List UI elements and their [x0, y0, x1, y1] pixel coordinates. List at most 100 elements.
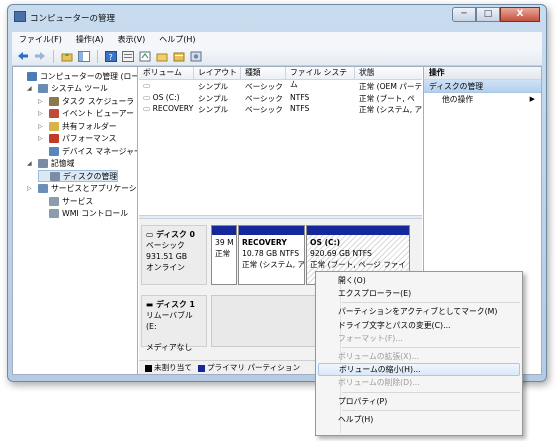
tree-item[interactable]: ◢ 記憶域	[27, 158, 74, 170]
disk-0-label[interactable]: ▭ ディスク 0 ベーシック 931.51 GB オンライン	[141, 225, 207, 285]
disk-1-type: リムーバブル (E:	[146, 311, 193, 331]
back-icon[interactable]	[16, 50, 30, 63]
volume-cell-text: NTFS	[290, 104, 310, 113]
menu-file[interactable]: ファイル(F)	[12, 34, 69, 45]
maximize-button[interactable]: □	[476, 7, 500, 22]
expand-arrow-icon[interactable]: ▷	[38, 110, 46, 117]
menu-help[interactable]: ヘルプ(H)	[152, 34, 202, 45]
menu-view[interactable]: 表示(V)	[111, 34, 153, 45]
disk-0-status: オンライン	[146, 263, 185, 272]
context-menu-item[interactable]: プロパティ(P)	[318, 395, 520, 408]
settings-icon[interactable]	[189, 50, 203, 63]
volume-cell: ▭ RECOVERY	[139, 104, 194, 115]
legend-unallocated-label: 未割り当て	[154, 363, 192, 372]
volume-row[interactable]: ▭ OS (C:) シンプル ベーシック NTFS 正常 (ブート, ペ	[139, 93, 422, 104]
actions-section-disk-management[interactable]: ディスクの管理	[424, 80, 541, 93]
partition-recovery[interactable]: RECOVERY 10.78 GB NTFS 正常 (システム, ア	[238, 225, 305, 285]
volume-cell-text: OS (C:)	[152, 92, 180, 102]
close-button[interactable]: X	[500, 7, 540, 22]
toolbar-separator	[97, 49, 98, 63]
disk-0-type: ベーシック	[146, 241, 185, 250]
tree-item[interactable]: コンピューターの管理 (ローカ	[16, 70, 138, 82]
title-bar[interactable]: コンピューターの管理 ─ □ X	[8, 5, 546, 29]
show-hide-tree-icon[interactable]	[77, 50, 91, 63]
context-menu-item[interactable]: ヘルプ(H)	[318, 413, 520, 426]
expand-arrow-icon[interactable]: ▷	[38, 135, 46, 142]
column-type[interactable]: 種類	[241, 67, 286, 79]
tree-item-label: ディスクの管理	[63, 171, 118, 181]
disk-icon: ▭	[146, 230, 157, 239]
volume-cell: 正常 (OEM パーテ	[355, 81, 422, 92]
folder-icon[interactable]	[172, 50, 186, 63]
tools-icon	[38, 84, 48, 93]
context-menu-item[interactable]: パーティションをアクティブとしてマーク(M)	[318, 305, 520, 318]
volume-cell: NTFS	[286, 93, 355, 104]
menu-separator	[342, 409, 520, 411]
column-status[interactable]: 状態	[355, 67, 422, 79]
tree-item-label: イベント ビューアー	[62, 109, 134, 118]
tree-item-label: コンピューターの管理 (ローカ	[40, 71, 138, 81]
context-menu-item[interactable]: 開く(O)	[318, 274, 520, 287]
tree-item[interactable]: ▷ サービスとアプリケーショ	[27, 183, 137, 195]
tree-item[interactable]: ディスクの管理	[38, 170, 119, 182]
properties-icon[interactable]	[121, 50, 135, 63]
tree-item[interactable]: ◢ システム ツール	[27, 83, 108, 95]
tree-item[interactable]: ▷ 共有フォルダー	[38, 120, 117, 132]
refresh-icon[interactable]	[138, 50, 152, 63]
volume-cell: シンプル	[194, 93, 241, 104]
up-icon[interactable]	[60, 50, 74, 63]
expand-arrow-icon[interactable]: ▷	[38, 123, 46, 130]
toolbar-separator	[53, 49, 54, 63]
column-volume[interactable]: ボリューム	[139, 67, 194, 79]
partition-name: OS (C:)	[310, 238, 341, 247]
partition-size: 39 M	[215, 238, 234, 247]
context-menu-item[interactable]: ドライブ文字とパスの変更(C)...	[318, 319, 520, 332]
volume-icon: ▭	[143, 104, 153, 113]
tree-item[interactable]: WMI コントロール	[38, 208, 128, 220]
expand-arrow-icon[interactable]: ◢	[27, 85, 35, 92]
tree-item[interactable]: ▷ イベント ビューアー	[38, 108, 134, 120]
column-layout[interactable]: レイアウト	[194, 67, 241, 79]
partition-bar	[307, 226, 409, 235]
partition-status: 正常	[215, 249, 231, 258]
tree-item[interactable]: ▷ パフォーマンス	[38, 133, 116, 145]
expand-arrow-icon[interactable]: ▷	[38, 98, 46, 105]
minimize-button[interactable]: ─	[452, 7, 476, 22]
performance-icon	[49, 134, 59, 143]
open-icon[interactable]	[155, 50, 169, 63]
volume-cell: 正常 (システム, ア	[355, 104, 422, 115]
help-icon[interactable]: ?	[104, 50, 118, 63]
tree-item[interactable]: デバイス マネージャー	[38, 145, 138, 157]
actions-other-operations[interactable]: 他の操作 ▶	[424, 93, 541, 106]
menu-action[interactable]: 操作(A)	[69, 34, 111, 45]
legend-swatch	[197, 364, 205, 372]
context-menu-item[interactable]: ボリュームの縮小(H)...	[318, 363, 520, 377]
forward-icon[interactable]	[33, 50, 47, 63]
storage-icon	[38, 159, 48, 168]
services-apps-icon	[38, 184, 48, 193]
partition-size: 920.69 GB NTFS	[310, 249, 372, 258]
tree-item-label: 記憶域	[51, 159, 75, 168]
navigation-tree[interactable]: コンピューターの管理 (ローカ ◢ システム ツール ▷ タスク スケジューラ ▷ イベント…	[13, 67, 138, 374]
clock-icon	[49, 96, 59, 106]
partition-oem[interactable]: 39 M 正常	[211, 225, 237, 285]
context-menu-item[interactable]: エクスプローラー(E)	[318, 287, 520, 300]
column-file-system[interactable]: ファイル システム	[286, 67, 355, 89]
svg-text:?: ?	[109, 53, 113, 62]
tree-item[interactable]: ▷ タスク スケジューラ	[38, 95, 134, 107]
legend-primary: プライマリ パーティション	[197, 362, 300, 373]
volume-cell-text: シンプル	[198, 82, 229, 91]
volume-row[interactable]: ▭ シンプル ベーシック 正常 (OEM パーテ	[139, 81, 422, 92]
volume-cell: シンプル	[194, 104, 241, 115]
volume-cell: ベーシック	[241, 81, 286, 92]
expand-arrow-icon[interactable]: ◢	[27, 160, 35, 167]
volume-row[interactable]: ▭ RECOVERY シンプル ベーシック NTFS 正常 (システム, ア	[139, 104, 422, 115]
menu-separator	[342, 346, 520, 348]
volume-cell-text: シンプル	[198, 93, 229, 103]
disk-1-label[interactable]: ▬ ディスク 1 リムーバブル (E: メディアなし	[141, 295, 207, 352]
expand-arrow-icon[interactable]: ▷	[27, 185, 35, 192]
shared-folder-icon	[49, 121, 59, 131]
tree-item[interactable]: サービス	[38, 195, 93, 207]
volume-cell: NTFS	[286, 104, 355, 115]
tree-item-label: デバイス マネージャー	[62, 146, 138, 156]
